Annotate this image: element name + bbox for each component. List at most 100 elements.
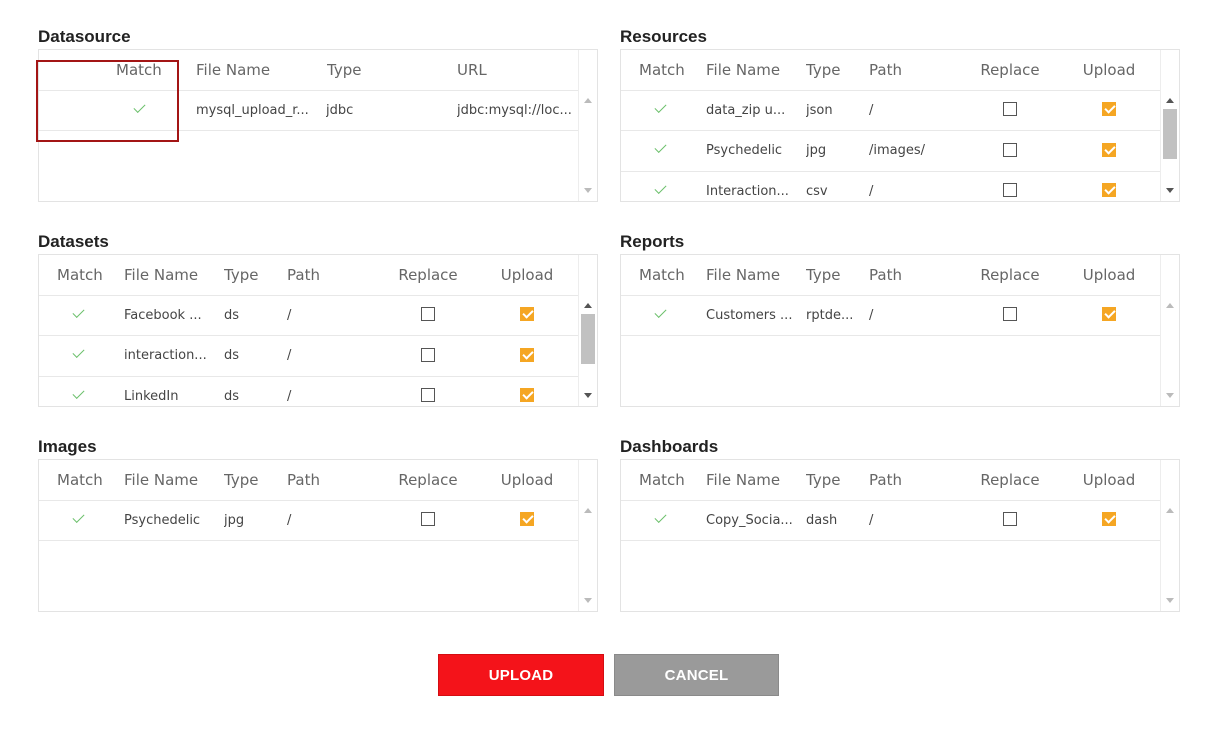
replace-checkbox[interactable] (1003, 512, 1017, 526)
replace-checkbox[interactable] (1003, 307, 1017, 321)
replace-checkbox[interactable] (421, 388, 435, 402)
path-cell: / (869, 307, 874, 323)
type-cell: ds (224, 388, 240, 404)
table-row[interactable]: Copy_Socia... dash / (621, 501, 1160, 541)
column-header-match[interactable]: Match (57, 460, 117, 500)
column-header-type[interactable]: Type (806, 460, 856, 500)
datasets-scrollbar[interactable] (578, 255, 597, 406)
match-cell (119, 91, 159, 131)
column-header-file-name[interactable]: File Name (706, 460, 796, 500)
replace-checkbox[interactable] (1003, 183, 1017, 197)
table-row[interactable]: Interaction... csv / (621, 172, 1160, 202)
datasource-title: Datasource (38, 27, 131, 46)
upload-checkbox[interactable] (520, 512, 534, 526)
column-header-type[interactable]: Type (327, 50, 387, 90)
scroll-up-arrow-icon[interactable] (584, 508, 592, 513)
scroll-down-arrow-icon[interactable] (1166, 188, 1174, 193)
dashboards-scrollbar[interactable] (1160, 460, 1179, 611)
replace-cell (389, 377, 467, 407)
column-header-type[interactable]: Type (806, 255, 856, 295)
column-header-file-name[interactable]: File Name (196, 50, 306, 90)
upload-checkbox[interactable] (1102, 102, 1116, 116)
replace-cell (971, 91, 1049, 131)
column-header-file-name[interactable]: File Name (124, 255, 214, 295)
scroll-up-arrow-icon[interactable] (1166, 508, 1174, 513)
table-row[interactable]: Facebook ... ds / (39, 296, 578, 336)
replace-checkbox[interactable] (1003, 102, 1017, 116)
column-header-replace[interactable]: Replace (389, 255, 467, 295)
cancel-button[interactable]: CANCEL (614, 654, 779, 696)
scroll-up-arrow-icon[interactable] (1166, 303, 1174, 308)
match-cell (63, 336, 93, 376)
replace-checkbox[interactable] (1003, 142, 1017, 157)
upload-checkbox[interactable] (1102, 307, 1116, 321)
table-row[interactable]: mysql_upload_r... jdbc jdbc:mysql://loc.… (39, 91, 578, 131)
upload-checkbox[interactable] (1102, 183, 1116, 197)
match-cell (63, 377, 93, 407)
column-header-upload[interactable]: Upload (1070, 460, 1148, 500)
replace-checkbox[interactable] (421, 307, 435, 321)
column-header-path[interactable]: Path (869, 50, 929, 90)
column-header-upload[interactable]: Upload (488, 460, 566, 500)
column-header-match[interactable]: Match (639, 255, 699, 295)
column-header-replace[interactable]: Replace (971, 50, 1049, 90)
column-header-match[interactable]: Match (639, 460, 699, 500)
file-name-cell: data_zip u... (706, 102, 786, 118)
table-row[interactable]: Customers ... rptde... / (621, 296, 1160, 336)
type-cell: csv (806, 183, 828, 199)
upload-checkbox[interactable] (1102, 142, 1116, 157)
column-header-replace[interactable]: Replace (971, 460, 1049, 500)
replace-checkbox[interactable] (421, 347, 435, 362)
images-scrollbar[interactable] (578, 460, 597, 611)
column-header-match[interactable]: Match (116, 50, 176, 90)
match-cell (63, 296, 93, 336)
column-header-file-name[interactable]: File Name (124, 460, 214, 500)
replace-checkbox[interactable] (421, 512, 435, 526)
column-header-upload[interactable]: Upload (488, 255, 566, 295)
column-header-path[interactable]: Path (869, 255, 929, 295)
reports-scrollbar[interactable] (1160, 255, 1179, 406)
type-cell: rptde... (806, 307, 854, 323)
table-row[interactable]: LinkedIn ds / (39, 377, 578, 407)
upload-checkbox[interactable] (1102, 512, 1116, 526)
upload-button[interactable]: UPLOAD (438, 654, 604, 696)
column-header-path[interactable]: Path (287, 460, 347, 500)
match-cell (63, 501, 93, 541)
column-header-upload[interactable]: Upload (1070, 255, 1148, 295)
table-row[interactable]: interaction... ds / (39, 336, 578, 377)
column-header-path[interactable]: Path (287, 255, 347, 295)
scroll-up-arrow-icon[interactable] (584, 98, 592, 103)
column-header-file-name[interactable]: File Name (706, 50, 796, 90)
resources-title: Resources (620, 27, 707, 46)
table-row[interactable]: Psychedelic jpg /images/ (621, 131, 1160, 172)
column-header-upload[interactable]: Upload (1070, 50, 1148, 90)
column-header-path[interactable]: Path (869, 460, 929, 500)
column-header-match[interactable]: Match (57, 255, 117, 295)
scroll-up-arrow-icon[interactable] (1166, 98, 1174, 103)
column-header-replace[interactable]: Replace (971, 255, 1049, 295)
column-header-type[interactable]: Type (224, 255, 274, 295)
column-header-match[interactable]: Match (639, 50, 699, 90)
upload-checkbox[interactable] (520, 347, 534, 362)
scroll-down-arrow-icon[interactable] (584, 598, 592, 603)
upload-checkbox[interactable] (520, 388, 534, 402)
column-header-url[interactable]: URL (457, 50, 567, 90)
scroll-up-arrow-icon[interactable] (584, 303, 592, 308)
scrollbar-thumb[interactable] (1163, 109, 1177, 159)
scroll-down-arrow-icon[interactable] (584, 393, 592, 398)
column-header-file-name[interactable]: File Name (706, 255, 796, 295)
column-header-replace[interactable]: Replace (389, 460, 467, 500)
table-row[interactable]: data_zip u... json / (621, 91, 1160, 131)
file-name-cell: interaction... (124, 348, 207, 363)
table-row[interactable]: Psychedelic jpg / (39, 501, 578, 541)
column-header-type[interactable]: Type (806, 50, 856, 90)
scrollbar-thumb[interactable] (581, 314, 595, 364)
file-name-cell: Psychedelic (124, 512, 201, 528)
scroll-down-arrow-icon[interactable] (584, 188, 592, 193)
datasource-scrollbar[interactable] (578, 50, 597, 201)
upload-checkbox[interactable] (520, 307, 534, 321)
resources-scrollbar[interactable] (1160, 50, 1179, 201)
column-header-type[interactable]: Type (224, 460, 274, 500)
scroll-down-arrow-icon[interactable] (1166, 393, 1174, 398)
scroll-down-arrow-icon[interactable] (1166, 598, 1174, 603)
